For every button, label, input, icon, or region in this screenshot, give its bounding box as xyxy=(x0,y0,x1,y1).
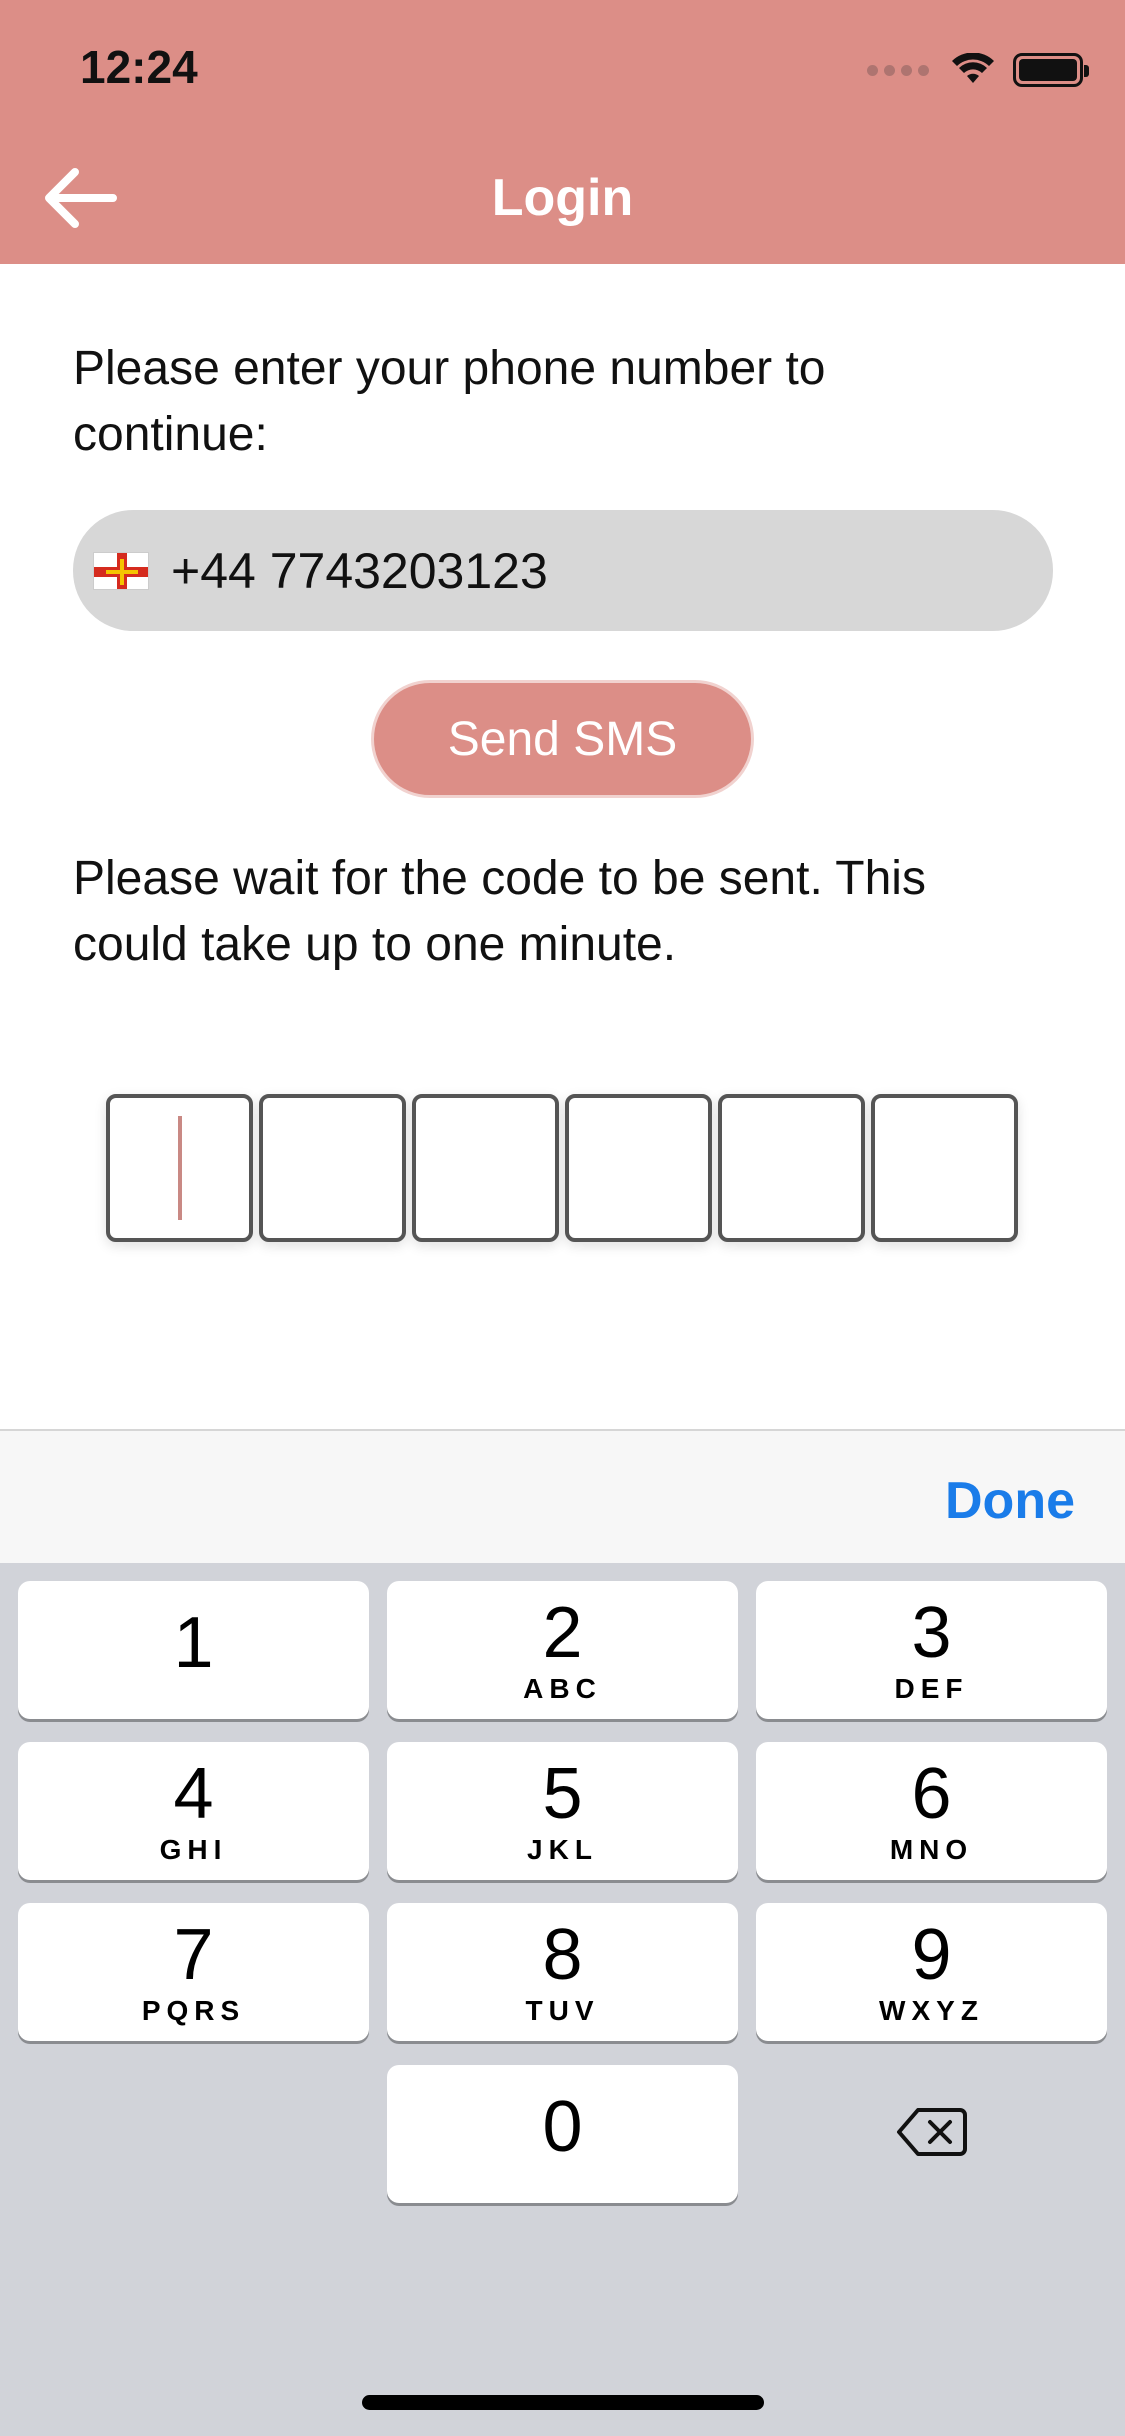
key-7[interactable]: 7 PQRS xyxy=(18,1903,369,2041)
wait-info-text: Please wait for the code to be sent. Thi… xyxy=(73,852,926,971)
keyboard-toolbar: Done xyxy=(0,1429,1125,1563)
backspace-icon xyxy=(896,2108,967,2156)
key-8[interactable]: 8 TUV xyxy=(387,1903,738,2041)
key-letters: ABC xyxy=(523,1673,602,1704)
send-sms-button[interactable]: Send SMS xyxy=(371,680,754,798)
key-0[interactable]: 0 xyxy=(387,2065,738,2203)
key-5[interactable]: 5 JKL xyxy=(387,1742,738,1880)
home-indicator[interactable] xyxy=(362,2395,764,2410)
phone-prompt-text: Please enter your phone number to contin… xyxy=(73,342,826,461)
key-9[interactable]: 9 WXYZ xyxy=(756,1903,1107,2041)
status-indicators xyxy=(867,50,1089,90)
code-digit-box[interactable] xyxy=(412,1094,559,1242)
wifi-icon xyxy=(952,53,994,83)
numeric-keypad: 1 2 ABC 3 DEF 4 GHI 5 JKL 6 MNO 7 PQRS 8… xyxy=(0,1563,1125,2436)
key-letters: DEF xyxy=(894,1673,969,1704)
key-letters: WXYZ xyxy=(879,1995,984,2026)
key-digit: 6 xyxy=(911,1754,952,1834)
key-digit: 3 xyxy=(911,1593,952,1673)
key-4[interactable]: 4 GHI xyxy=(18,1742,369,1880)
key-letters: JKL xyxy=(527,1834,598,1865)
delete-key[interactable] xyxy=(756,2063,1107,2201)
key-letters: TUV xyxy=(525,1995,600,2026)
key-2[interactable]: 2 ABC xyxy=(387,1581,738,1719)
key-3[interactable]: 3 DEF xyxy=(756,1581,1107,1719)
key-1[interactable]: 1 xyxy=(18,1581,369,1719)
page-title: Login xyxy=(491,169,634,227)
text-cursor xyxy=(177,1116,182,1220)
key-digit: 4 xyxy=(173,1754,214,1834)
battery-icon xyxy=(1013,53,1089,87)
nav-header: 12:24 Login xyxy=(0,0,1125,264)
key-letters: PQRS xyxy=(141,1995,246,2026)
key-digit: 1 xyxy=(173,1603,214,1683)
key-digit: 7 xyxy=(173,1915,214,1995)
key-digit: 5 xyxy=(542,1754,583,1834)
code-digit-box[interactable] xyxy=(871,1094,1018,1242)
phone-number-value[interactable]: +44 7743203123 xyxy=(171,542,548,600)
status-time: 12:24 xyxy=(80,41,198,93)
key-digit: 0 xyxy=(542,2087,583,2167)
phone-number-input[interactable]: +44 7743203123 xyxy=(73,510,1053,631)
signal-icon xyxy=(867,64,929,76)
code-digit-box[interactable] xyxy=(259,1094,406,1242)
code-digit-box[interactable] xyxy=(565,1094,712,1242)
done-button[interactable]: Done xyxy=(945,1471,1075,1531)
key-digit: 9 xyxy=(911,1915,952,1995)
verification-code-input[interactable] xyxy=(106,1094,1018,1242)
code-digit-box[interactable] xyxy=(106,1094,253,1242)
key-digit: 8 xyxy=(542,1915,583,1995)
key-digit: 2 xyxy=(542,1593,583,1673)
key-letters: MNO xyxy=(889,1834,974,1865)
code-digit-box[interactable] xyxy=(718,1094,865,1242)
guernsey-flag-icon[interactable] xyxy=(93,551,149,590)
key-6[interactable]: 6 MNO xyxy=(756,1742,1107,1880)
key-letters: GHI xyxy=(159,1834,228,1865)
